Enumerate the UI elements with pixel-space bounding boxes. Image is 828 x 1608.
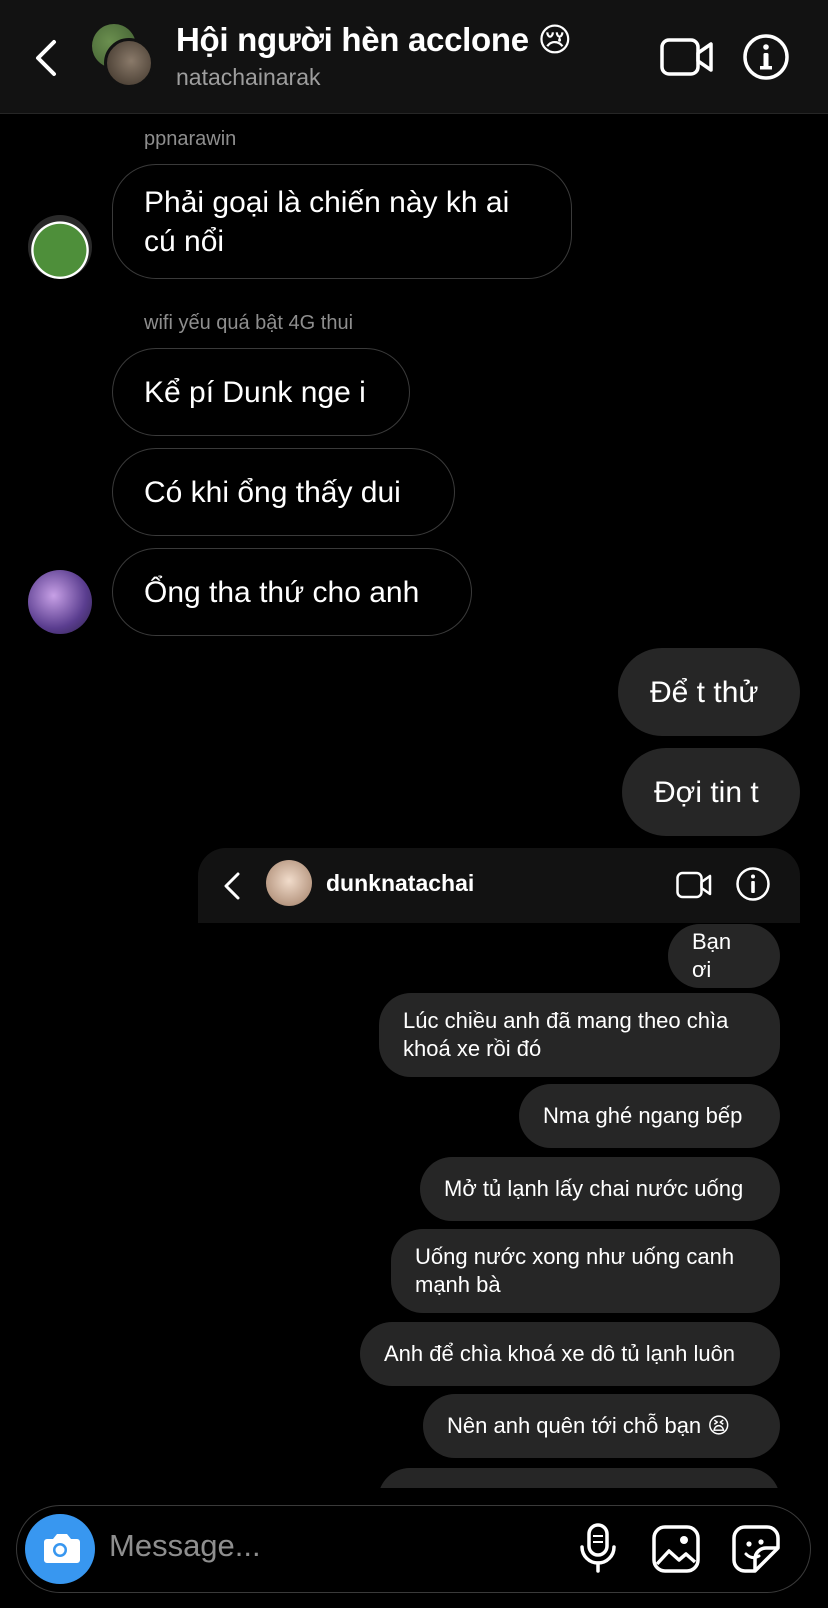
microphone-icon[interactable] — [575, 1522, 621, 1574]
sticker-icon[interactable] — [731, 1524, 781, 1574]
shared-screenshot[interactable]: dunknatachai Bạn ơi Lúc chiều anh đã man… — [198, 848, 800, 1488]
chat-header: Hội người hèn acclone 😢 natachainarak — [0, 0, 828, 114]
message-text: Phải goại là chiến này kh ai cú nổi — [144, 183, 509, 261]
avatar[interactable] — [28, 215, 92, 279]
outgoing-message[interactable]: Để t thử — [618, 648, 800, 736]
chat-title[interactable]: Hội người hèn acclone 😢 — [176, 20, 572, 59]
message-line: Phải goại là chiến này kh ai — [144, 185, 510, 219]
screenshot-message: Anh để chìa khoá xe dô tủ lạnh luôn — [360, 1322, 780, 1386]
message-bubble[interactable]: Có khi ổng thấy dui — [112, 448, 455, 536]
screenshot-username: dunknatachai — [326, 870, 475, 896]
outgoing-message[interactable]: Đợi tin t — [622, 748, 800, 836]
screenshot-message: Nên anh quên tới chỗ bạn 😫 — [423, 1394, 780, 1458]
screenshot-message: Lúc chiều anh đã mang theo chìa khoá xe … — [379, 993, 780, 1077]
back-arrow-icon[interactable] — [28, 34, 68, 82]
message-bubble[interactable]: Kể pí Dunk nge i — [112, 348, 410, 436]
back-arrow-icon — [224, 872, 240, 900]
avatar[interactable] — [28, 570, 92, 634]
chat-title-text: Hội người hèn acclone — [176, 21, 529, 58]
screenshot-message: Bạn ơi — [668, 924, 780, 988]
sender-name: wifi yếu quá bật 4G thui — [144, 312, 354, 334]
video-call-icon — [676, 871, 712, 899]
camera-button[interactable] — [25, 1514, 95, 1584]
message-text: Để t thử — [650, 675, 759, 709]
screenshot-message: Nma ghé ngang bếp — [519, 1084, 780, 1148]
screenshot-message: Mở tủ lạnh lấy chai nước uống — [420, 1157, 780, 1221]
screenshot-message: Uống nước xong như uống canh mạnh bà — [391, 1229, 780, 1313]
message-text: Kể pí Dunk nge i — [144, 375, 366, 409]
screenshot-header: dunknatachai — [198, 848, 800, 923]
info-icon — [736, 867, 770, 901]
message-text: Đợi tin t — [654, 775, 759, 809]
crying-face-emoji: 😢 — [537, 21, 572, 58]
info-icon[interactable] — [742, 33, 790, 81]
message-bubble[interactable]: Ổng tha thứ cho anh — [112, 548, 472, 636]
message-text: Có khi ổng thấy dui — [144, 475, 401, 509]
screenshot-message-partial — [378, 1468, 780, 1488]
group-avatar[interactable] — [92, 24, 154, 90]
camera-icon — [44, 1534, 80, 1563]
gallery-icon[interactable] — [651, 1524, 701, 1574]
chat-subtitle[interactable]: natachainarak — [176, 64, 321, 91]
message-line: cú nổi — [144, 224, 225, 258]
message-bubble[interactable]: Phải goại là chiến này kh ai cú nổi — [112, 164, 572, 279]
video-call-icon[interactable] — [660, 36, 714, 78]
message-input[interactable]: Message... — [109, 1528, 261, 1564]
avatar — [266, 860, 312, 906]
message-composer: Message... — [16, 1505, 811, 1593]
message-text: Ổng tha thứ cho anh — [144, 575, 420, 609]
group-avatar-front — [104, 38, 154, 88]
sender-name: ppnarawin — [144, 128, 237, 150]
